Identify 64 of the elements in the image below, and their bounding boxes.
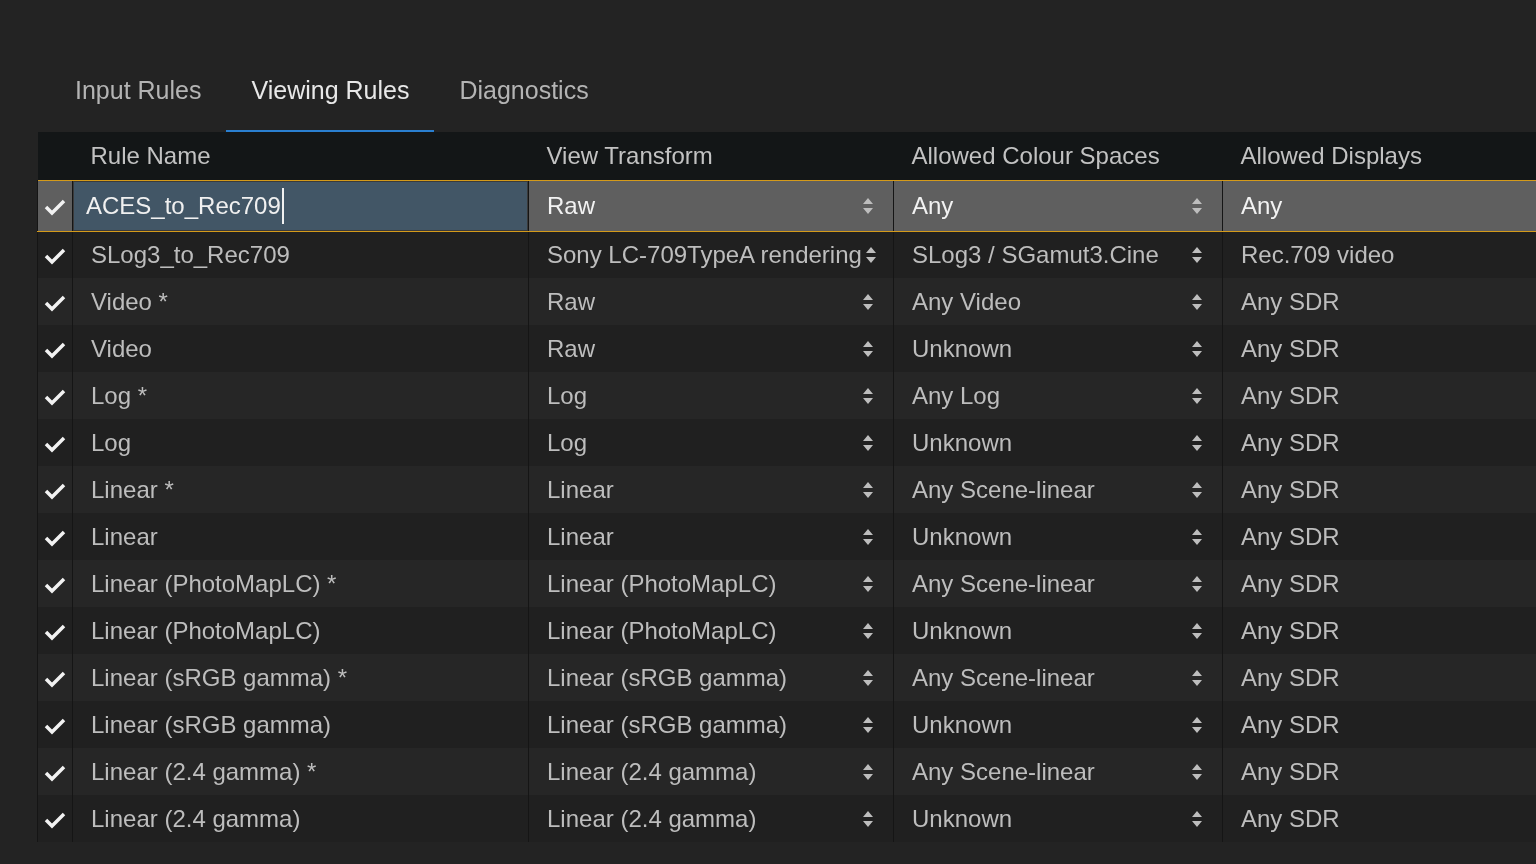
- table-cell-text: Unknown: [912, 427, 1013, 458]
- checkmark-icon[interactable]: [44, 341, 66, 360]
- tab[interactable]: Input Rules: [50, 56, 227, 132]
- table-cell-text: Log: [547, 380, 588, 411]
- table-cell-text: Linear (sRGB gamma): [547, 662, 788, 693]
- checkmark-icon[interactable]: [44, 482, 66, 501]
- checkmark-icon[interactable]: [44, 388, 66, 407]
- table-cell: Linear (sRGB gamma) *: [72, 654, 529, 701]
- table-cell-text: SLog3 / SGamut3.Cine: [912, 239, 1159, 270]
- table-cell: Linear (sRGB gamma): [72, 701, 529, 748]
- table-cell: Video *: [72, 278, 529, 325]
- table-cell-text: Unknown: [912, 615, 1013, 646]
- table-cell-text: Linear: [547, 474, 614, 505]
- table-cell-text: Unknown: [912, 333, 1013, 364]
- table-cell: SLog3_to_Rec709: [72, 231, 529, 278]
- table-cell: Rec.709 video: [1222, 231, 1536, 278]
- table-cell: Log *: [72, 372, 529, 419]
- table-cell-text: Any Video: [912, 286, 1021, 317]
- table-cell-text: Linear (2.4 gamma): [547, 756, 757, 787]
- table-cell: Linear (2.4 gamma) *: [72, 748, 529, 795]
- column-header[interactable]: View Transform: [528, 132, 894, 180]
- checkmark-icon[interactable]: [44, 247, 66, 266]
- checkmark-icon[interactable]: [44, 764, 66, 783]
- table-cell-text: Linear (sRGB gamma): [547, 709, 788, 740]
- table-cell-text: Linear: [547, 521, 614, 552]
- table-cell: Video: [72, 325, 529, 372]
- table-cell-text: Linear (2.4 gamma): [547, 803, 757, 834]
- table-cell: Log: [72, 419, 529, 466]
- table-cell: Any: [1222, 180, 1536, 231]
- table-cell-text: Linear (PhotoMapLC): [547, 615, 777, 646]
- name-input-field[interactable]: ACES_to_Rec709: [73, 180, 528, 231]
- checkmark-icon[interactable]: [44, 717, 66, 736]
- table-cell-text: Unknown: [912, 521, 1013, 552]
- table-cell-text: Any Scene-linear: [912, 756, 1095, 787]
- checkmark-icon[interactable]: [44, 623, 66, 642]
- table-cell: Linear *: [72, 466, 529, 513]
- table-cell-text: Any Log: [912, 380, 1001, 411]
- column-header[interactable]: Allowed Displays: [1222, 132, 1536, 180]
- table-cell-text: Log: [547, 427, 588, 458]
- table-cell-text: Raw: [547, 190, 595, 221]
- table-cell: Linear: [72, 513, 529, 560]
- column-header[interactable]: Allowed Colour Spaces: [893, 132, 1223, 180]
- checkmark-icon[interactable]: [44, 576, 66, 595]
- table-cell-text: Unknown: [912, 803, 1013, 834]
- table-cell-text: Raw: [547, 333, 595, 364]
- checkmark-icon[interactable]: [44, 529, 66, 548]
- table-cell-text: Linear (PhotoMapLC): [547, 568, 777, 599]
- table-cell: Linear (2.4 gamma): [72, 795, 529, 842]
- column-header[interactable]: Rule Name: [72, 132, 529, 180]
- checkmark-icon[interactable]: [44, 811, 66, 830]
- table-cell-text: Any Scene-linear: [912, 662, 1095, 693]
- checkmark-icon[interactable]: [44, 198, 66, 217]
- table-cell-text: Unknown: [912, 709, 1013, 740]
- table-cell-text: Any Scene-linear: [912, 474, 1095, 505]
- table-cell-text: Raw: [547, 286, 595, 317]
- checkmark-icon[interactable]: [44, 294, 66, 313]
- table-cell: Linear (PhotoMapLC): [72, 607, 529, 654]
- table-cell-text: Any Scene-linear: [912, 568, 1095, 599]
- tab[interactable]: Diagnostics: [434, 56, 614, 132]
- table-cell-text: Sony LC-709TypeA rendering: [547, 239, 862, 270]
- checkmark-icon[interactable]: [44, 670, 66, 689]
- checkmark-icon[interactable]: [44, 435, 66, 454]
- table-cell: Linear (PhotoMapLC) *: [72, 560, 529, 607]
- table-cell-text: Any: [912, 190, 954, 221]
